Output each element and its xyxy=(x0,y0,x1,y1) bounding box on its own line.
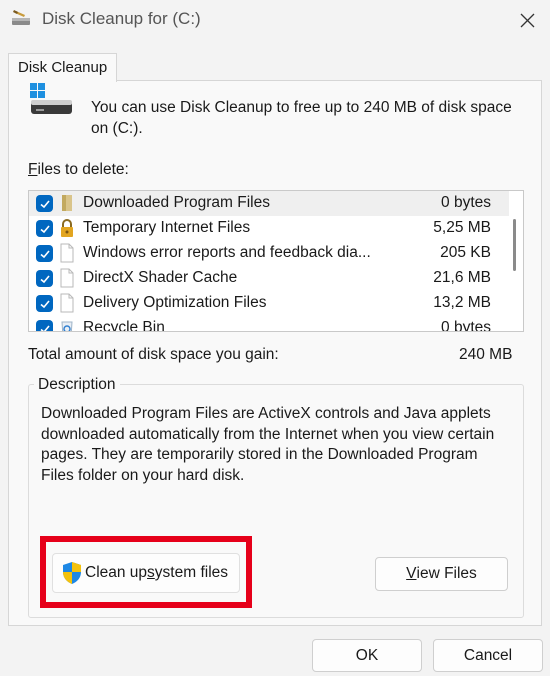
checkmark-icon xyxy=(39,199,50,208)
file-name: Recycle Bin xyxy=(83,319,165,332)
highlight-box xyxy=(40,536,252,608)
checkbox[interactable] xyxy=(36,220,53,237)
folder-icon xyxy=(62,195,72,211)
file-name: Windows error reports and feedback dia..… xyxy=(83,244,371,261)
disk-cleanup-app-icon xyxy=(12,10,30,25)
close-icon xyxy=(520,13,534,27)
file-icon xyxy=(60,268,74,288)
tab-disk-cleanup[interactable]: Disk Cleanup xyxy=(8,53,118,82)
checkbox[interactable] xyxy=(36,320,53,331)
drive-icon xyxy=(30,83,72,114)
file-icon xyxy=(60,243,74,263)
description-text: Downloaded Program Files are ActiveX con… xyxy=(41,405,495,484)
title-bar: Disk Cleanup for (C:) xyxy=(0,0,550,40)
file-name: Delivery Optimization Files xyxy=(83,294,267,311)
lock-icon xyxy=(61,219,73,237)
file-size: 21,6 MB xyxy=(433,269,491,286)
scrollbar-thumb[interactable] xyxy=(513,219,516,271)
close-button[interactable] xyxy=(504,0,550,40)
checkmark-icon xyxy=(39,224,50,233)
checkbox[interactable] xyxy=(36,245,53,262)
checkbox[interactable] xyxy=(36,270,53,287)
checkbox[interactable] xyxy=(36,195,53,212)
checkmark-icon xyxy=(39,324,50,331)
file-name: Temporary Internet Files xyxy=(83,219,251,236)
ok-button[interactable]: OK xyxy=(312,639,422,672)
file-size: 13,2 MB xyxy=(433,294,491,311)
list-item[interactable]: Downloaded Program Files 0 bytes xyxy=(29,191,509,216)
checkbox[interactable] xyxy=(36,295,53,312)
view-files-button[interactable]: View Files xyxy=(375,557,508,591)
files-to-delete-label: Files to delete: xyxy=(28,161,129,179)
file-name: DirectX Shader Cache xyxy=(83,269,238,286)
recycle-bin-icon xyxy=(61,321,73,331)
list-item[interactable]: Temporary Internet Files 5,25 MB xyxy=(29,216,509,241)
checkmark-icon xyxy=(39,249,50,258)
view-label-accel: V xyxy=(406,565,417,582)
file-size: 0 bytes xyxy=(441,319,491,332)
total-space-label: Total amount of disk space you gain: xyxy=(28,346,279,363)
checkmark-icon xyxy=(39,274,50,283)
list-item[interactable]: Recycle Bin 0 bytes xyxy=(29,316,509,332)
file-size: 205 KB xyxy=(440,244,491,261)
window-title: Disk Cleanup for (C:) xyxy=(42,9,201,28)
checkmark-icon xyxy=(39,299,50,308)
cancel-button[interactable]: Cancel xyxy=(433,639,543,672)
description-title: Description xyxy=(34,376,120,394)
file-icon xyxy=(60,293,74,313)
list-item[interactable]: Delivery Optimization Files 13,2 MB xyxy=(29,291,509,316)
list-item[interactable]: DirectX Shader Cache 21,6 MB xyxy=(29,266,509,291)
file-size: 0 bytes xyxy=(441,194,491,211)
file-name: Downloaded Program Files xyxy=(83,194,270,211)
file-size: 5,25 MB xyxy=(433,219,491,236)
files-label-rest: iles to delete: xyxy=(37,161,129,178)
list-item[interactable]: Windows error reports and feedback dia..… xyxy=(29,241,509,266)
files-to-delete-list[interactable]: Downloaded Program Files 0 bytes Tempora… xyxy=(28,190,524,332)
view-label-post: iew Files xyxy=(416,565,477,582)
total-space-value: 240 MB xyxy=(459,346,513,363)
intro-text: You can use Disk Cleanup to free up to 2… xyxy=(91,99,512,137)
